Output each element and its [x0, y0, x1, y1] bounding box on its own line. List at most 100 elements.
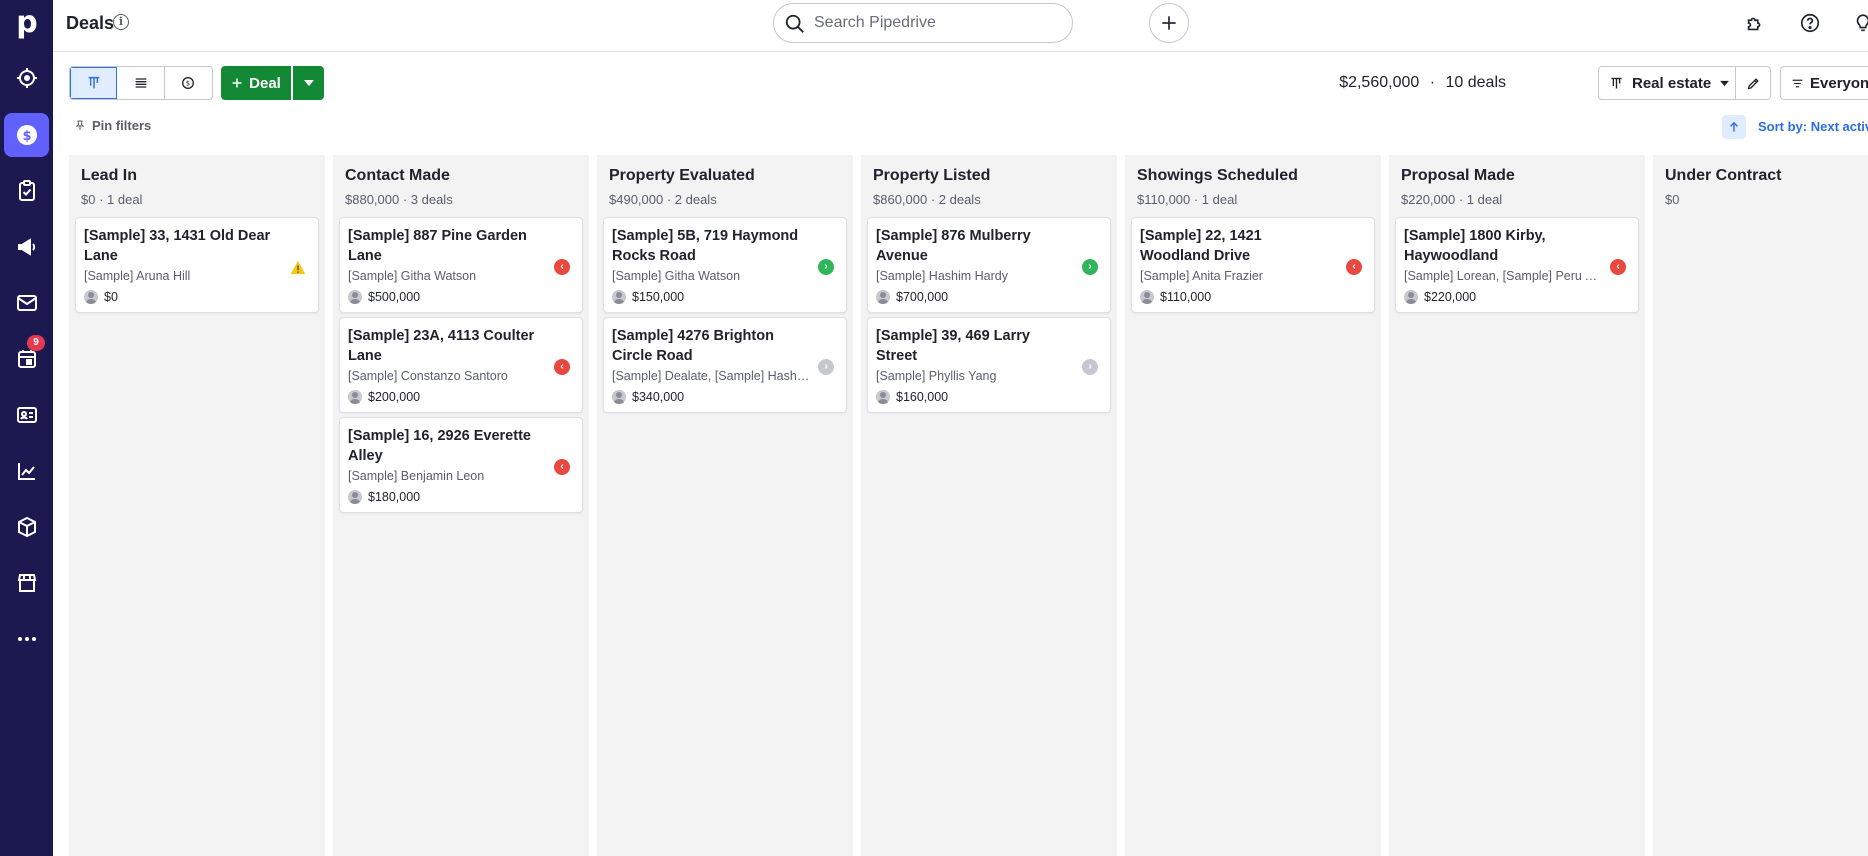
- filter-icon: [1792, 79, 1803, 87]
- owner-avatar-icon: [1404, 290, 1418, 304]
- extensions-puzzle-icon[interactable]: [1742, 10, 1768, 36]
- deal-title[interactable]: [Sample] 23A, 4113 Coulter Lane: [348, 326, 538, 366]
- nav-mail-icon[interactable]: [4, 281, 49, 325]
- stage-name: Lead In: [81, 167, 138, 184]
- search-box[interactable]: [773, 3, 1073, 43]
- add-deal-menu-button[interactable]: [293, 66, 324, 100]
- page-title: Deals: [66, 13, 115, 33]
- pipedrive-logo[interactable]: p: [12, 6, 42, 40]
- no-activity-icon[interactable]: ›: [818, 359, 834, 375]
- main-nav-rail: p $ 9: [0, 0, 53, 856]
- overdue-activity-icon[interactable]: ‹: [554, 459, 570, 475]
- info-icon[interactable]: i: [113, 14, 129, 30]
- deal-card[interactable]: [Sample] 33, 1431 Old Dear Lane [Sample] …: [75, 217, 319, 313]
- pipeline-stage: Showings Scheduled $110,000 · 1 deal [Samp…: [1125, 155, 1381, 856]
- deal-card[interactable]: [Sample] 23A, 4113 Coulter Lane [Sample] …: [339, 317, 583, 413]
- deal-title[interactable]: [Sample] 1800 Kirby, Haywoodland: [1404, 226, 1594, 266]
- overdue-activity-icon[interactable]: ‹: [1346, 259, 1362, 275]
- list-icon: [135, 78, 146, 88]
- owner-avatar-icon: [612, 290, 626, 304]
- sort-direction-button[interactable]: [1722, 115, 1746, 139]
- calendar-badge: 9: [27, 335, 45, 351]
- deal-card[interactable]: [Sample] 16, 2926 Everette Alley [Sample]…: [339, 417, 583, 513]
- pipedrive-app: p $ 9 Deals i Search Pipedrive $ Deal $2…: [0, 0, 1868, 856]
- owner-filter-button[interactable]: Everyone: [1780, 66, 1868, 100]
- nav-contacts-contact-card-icon[interactable]: [4, 393, 49, 437]
- stage-name: Property Evaluated: [609, 167, 755, 184]
- planned-activity-icon[interactable]: ›: [818, 259, 834, 275]
- list-view-button[interactable]: [117, 67, 165, 99]
- deal-value-text: $340,000: [632, 390, 685, 404]
- pipeline-stage: Under Contract $0: [1653, 155, 1868, 856]
- deal-value-text: $0: [104, 290, 118, 304]
- arrow-up-icon: [1730, 121, 1738, 132]
- pipeline-board: Lead In $0 · 1 deal [Sample] 33, 1431 Old …: [69, 155, 1868, 856]
- forecast-icon: $: [182, 77, 195, 89]
- deal-title[interactable]: [Sample] 39, 469 Larry Street: [876, 326, 1066, 366]
- deal-person: [Sample] Anita Frazier: [1140, 269, 1263, 283]
- deal-title[interactable]: [Sample] 887 Pine Garden Lane: [348, 226, 538, 266]
- nav-marketplace-store-icon[interactable]: [4, 561, 49, 605]
- deal-title[interactable]: [Sample] 4276 Brighton Circle Road: [612, 326, 802, 366]
- owner-avatar-icon: [84, 290, 98, 304]
- deal-title[interactable]: [Sample] 22, 1421 Woodland Drive: [1140, 226, 1330, 266]
- deal-title[interactable]: [Sample] 876 Mulberry Avenue: [876, 226, 1066, 266]
- deal-value-text: $180,000: [368, 490, 421, 504]
- planned-activity-icon[interactable]: ›: [1082, 259, 1098, 275]
- summary-separator: ·: [1429, 74, 1436, 91]
- nav-deals-dollar-icon[interactable]: $: [4, 113, 49, 157]
- deal-card[interactable]: [Sample] 5B, 719 Haymond Rocks Road [Samp…: [603, 217, 847, 313]
- stage-column-bg: [1653, 155, 1868, 856]
- overdue-activity-icon[interactable]: ‹: [1610, 259, 1626, 275]
- summary-amount: $2,560,000: [1339, 74, 1420, 91]
- nav-more-icon[interactable]: [4, 617, 49, 661]
- nav-calendar-icon[interactable]: 9: [4, 335, 49, 381]
- deal-title[interactable]: [Sample] 33, 1431 Old Dear Lane: [84, 226, 274, 266]
- deal-card[interactable]: [Sample] 876 Mulberry Avenue [Sample] Has…: [867, 217, 1111, 313]
- add-deal-button[interactable]: Deal: [221, 66, 291, 100]
- deal-person: [Sample] Benjamin Leon: [348, 469, 485, 483]
- stage-summary: $110,000 · 1 deal: [1137, 192, 1238, 207]
- nav-activities-clipboard-check-icon[interactable]: [4, 169, 49, 213]
- forecast-view-button[interactable]: $: [165, 67, 212, 99]
- pin-filters-button[interactable]: Pin filters: [74, 118, 151, 133]
- stage-deal-list: [Sample] 887 Pine Garden Lane [Sample] Gi…: [339, 217, 583, 517]
- nav-campaigns-megaphone-icon[interactable]: [4, 225, 49, 269]
- overdue-activity-icon[interactable]: ‹: [554, 359, 570, 375]
- deal-title[interactable]: [Sample] 16, 2926 Everette Alley: [348, 426, 538, 466]
- pipeline-summary: $2,560,000 · 10 deals: [1339, 74, 1506, 92]
- deal-person: [Sample] Aruna Hill: [84, 269, 191, 283]
- stage-summary: $490,000 · 2 deals: [609, 192, 717, 207]
- nav-insights-chart-line-icon[interactable]: [4, 449, 49, 493]
- kanban-icon: [88, 76, 100, 89]
- pipeline-view-button[interactable]: [70, 67, 118, 99]
- deal-title[interactable]: [Sample] 5B, 719 Haymond Rocks Road: [612, 226, 802, 266]
- deal-card[interactable]: [Sample] 4276 Brighton Circle Road [Sampl…: [603, 317, 847, 413]
- warning-icon[interactable]: [290, 259, 306, 275]
- deal-person: [Sample] Githa Watson: [612, 269, 741, 283]
- sort-by-button[interactable]: Sort by: Next activity: [1758, 119, 1868, 134]
- deal-person: [Sample] Hashim Hardy: [876, 269, 1008, 283]
- deal-person: [Sample] Phyllis Yang: [876, 369, 997, 383]
- no-activity-icon[interactable]: ›: [1082, 359, 1098, 375]
- deal-card[interactable]: [Sample] 39, 469 Larry Street [Sample] Ph…: [867, 317, 1111, 413]
- search-input[interactable]: [814, 14, 1054, 32]
- nav-focus-target-icon[interactable]: [4, 56, 49, 100]
- deal-card[interactable]: [Sample] 22, 1421 Woodland Drive [Sample]…: [1131, 217, 1375, 313]
- pipeline-stage: Proposal Made $220,000 · 1 deal [Sample] 1…: [1389, 155, 1645, 856]
- plus-icon: [1162, 16, 1176, 30]
- quick-add-button[interactable]: [1149, 3, 1189, 43]
- help-question-icon[interactable]: [1797, 10, 1823, 36]
- stage-deal-list: [Sample] 876 Mulberry Avenue [Sample] Has…: [867, 217, 1111, 417]
- deal-card[interactable]: [Sample] 887 Pine Garden Lane [Sample] Gi…: [339, 217, 583, 313]
- kanban-icon: [1611, 77, 1622, 88]
- pipeline-select[interactable]: Real estate: [1598, 66, 1736, 100]
- edit-pipeline-button[interactable]: [1736, 66, 1771, 100]
- tips-lightbulb-icon[interactable]: [1850, 10, 1868, 36]
- pipeline-stage: Property Evaluated $490,000 · 2 deals [Sam…: [597, 155, 853, 856]
- nav-products-box-icon[interactable]: [4, 505, 49, 549]
- add-deal-label: Deal: [249, 74, 281, 92]
- deal-card[interactable]: [Sample] 1800 Kirby, Haywoodland [Sample]…: [1395, 217, 1639, 313]
- overdue-activity-icon[interactable]: ‹: [554, 259, 570, 275]
- svg-text:$: $: [186, 80, 190, 88]
